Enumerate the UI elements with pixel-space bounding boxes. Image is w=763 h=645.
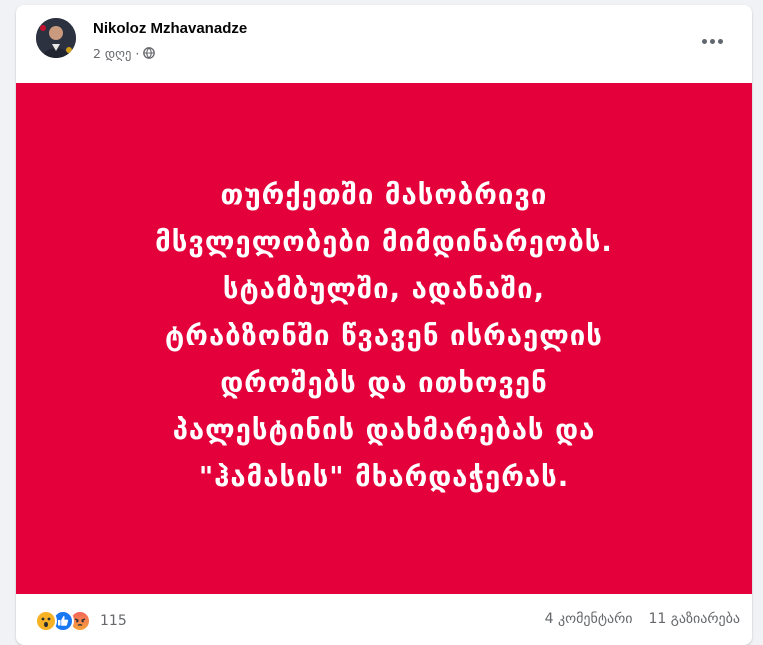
post-text-line: სტამბულში, ადანაში, [222,273,546,305]
author-name[interactable]: Nikoloz Mzhavanadze [93,20,247,37]
post-text-line: "ჰამასის" მხარდაჭერას. [198,461,570,493]
post-stats: 4 კომენტარი 11 გაზიარება [545,611,740,627]
globe-icon[interactable] [143,47,156,59]
reactions-summary[interactable]: 115 [35,609,127,633]
post-card: Nikoloz Mzhavanadze 2 დღე · თურქეთში მას… [16,5,752,645]
post-text-line: მსვლელობები მიმდინარეობს. [155,226,613,258]
avatar[interactable] [36,18,76,58]
post-background[interactable]: თურქეთში მასობრივი მსვლელობები მიმდინარე… [16,83,752,594]
post-footer: 115 4 კომენტარი 11 გაზიარება [16,605,752,635]
post-time[interactable]: 2 დღე [93,46,131,61]
reaction-count[interactable]: 115 [100,613,127,629]
ellipsis-icon[interactable] [694,29,730,53]
post-text-line: დროშებს და ითხოვენ [220,367,548,399]
post-header: Nikoloz Mzhavanadze 2 დღე · [16,5,752,83]
post-text-line: ტრაბზონში წვავენ ისრაელის [165,320,603,352]
post-text-line: თურქეთში მასობრივი [220,179,548,211]
wow-icon [35,610,57,632]
post-text-line: პალესტინის დახმარებას და [172,414,596,446]
comments-count[interactable]: 4 კომენტარი [545,611,633,627]
post-text: თურქეთში მასობრივი მსვლელობები მიმდინარე… [64,172,704,501]
post-meta: 2 დღე · [93,45,156,61]
meta-separator: · [135,45,140,61]
shares-count[interactable]: 11 გაზიარება [649,611,740,627]
